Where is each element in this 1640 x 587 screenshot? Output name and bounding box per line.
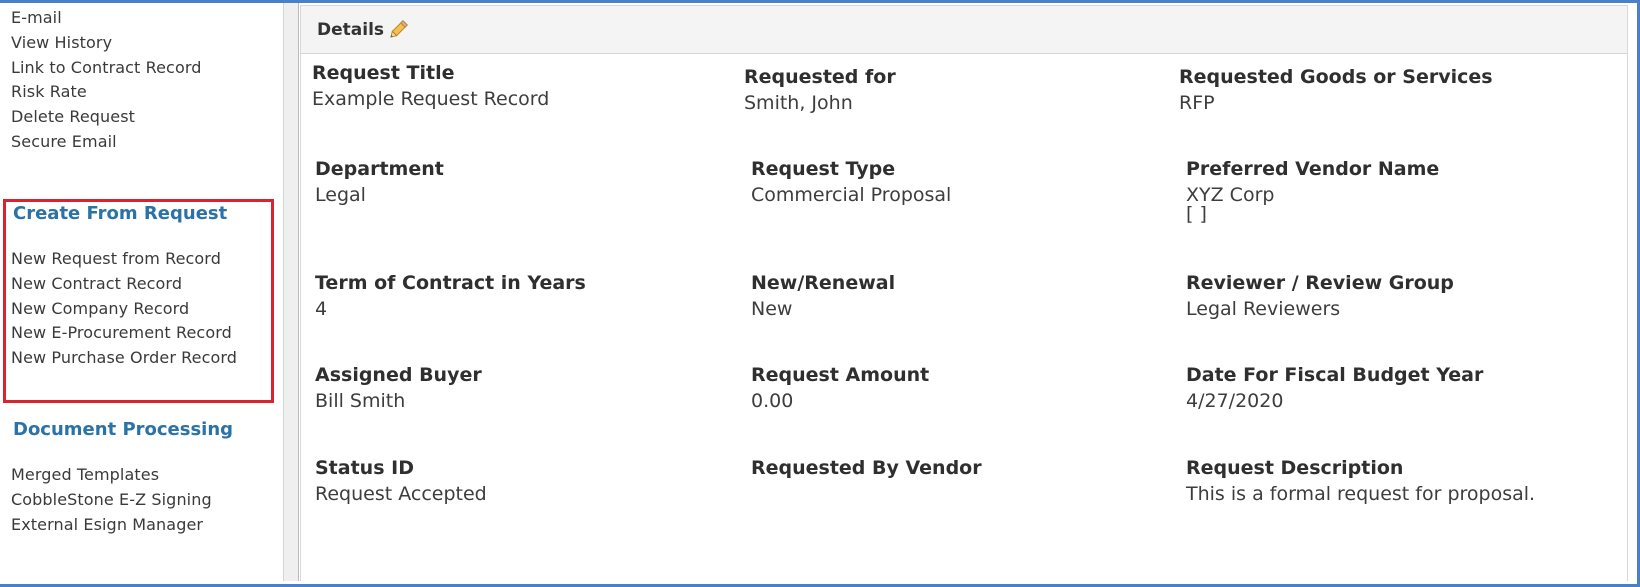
field-assigned-buyer: Assigned Buyer Bill Smith [315, 362, 482, 414]
sidebar-link-external-esign-manager[interactable]: External Esign Manager [11, 515, 203, 534]
field-label: Reviewer / Review Group [1186, 272, 1454, 294]
field-requested-for: Requested for Smith, John [744, 64, 896, 116]
field-value: 0.00 [751, 390, 794, 412]
sidebar-link-new-purchase-order-record[interactable]: New Purchase Order Record [11, 348, 237, 367]
field-value: Commercial Proposal [751, 184, 952, 206]
field-label: Date For Fiscal Budget Year [1186, 364, 1484, 386]
sidebar-link-secure-email[interactable]: Secure Email [11, 132, 117, 151]
field-label: Requested for [744, 66, 896, 88]
field-label: Requested Goods or Services [1179, 66, 1493, 88]
field-label: Term of Contract in Years [315, 272, 586, 294]
field-request-title: Request Title Example Request Record [312, 60, 549, 112]
field-reviewer-group: Reviewer / Review Group Legal Reviewers [1186, 270, 1454, 322]
sidebar-link-new-contract-record[interactable]: New Contract Record [11, 274, 182, 293]
field-term-of-contract: Term of Contract in Years 4 [315, 270, 586, 322]
field-label: Assigned Buyer [315, 364, 482, 386]
field-value: 4/27/2020 [1186, 390, 1284, 412]
details-title: Details [317, 20, 385, 40]
sidebar-link-new-request-from-record[interactable]: New Request from Record [11, 249, 221, 268]
field-label: Department [315, 158, 444, 180]
field-label: Request Type [751, 158, 896, 180]
field-label: Request Description [1186, 457, 1404, 479]
field-fiscal-budget-date: Date For Fiscal Budget Year 4/27/2020 [1186, 362, 1483, 414]
field-value: New [751, 298, 793, 320]
field-value: Bill Smith [315, 390, 406, 412]
field-request-amount: Request Amount 0.00 [751, 362, 929, 414]
field-request-type: Request Type Commercial Proposal [751, 156, 951, 208]
pencil-icon[interactable] [387, 19, 409, 41]
sidebar-link-merged-templates[interactable]: Merged Templates [11, 465, 159, 484]
sidebar-link-view-history[interactable]: View History [11, 33, 112, 52]
field-label: Request Amount [751, 364, 930, 386]
field-value: RFP [1179, 92, 1215, 114]
field-value: 4 [315, 298, 328, 320]
field-status-id: Status ID Request Accepted [315, 455, 487, 507]
sidebar: E-mail View History Link to Contract Rec… [0, 3, 284, 581]
field-value: Smith, John [744, 92, 853, 114]
sidebar-link-delete-request[interactable]: Delete Request [11, 107, 135, 126]
sidebar-link-new-e-procurement-record[interactable]: New E-Procurement Record [11, 323, 232, 342]
field-label: Preferred Vendor Name [1186, 158, 1440, 180]
field-request-description: Request Description This is a formal req… [1186, 455, 1535, 507]
field-label: New/Renewal [751, 272, 896, 294]
sidebar-link-email[interactable]: E-mail [11, 8, 62, 27]
section-heading-document-processing: Document Processing [13, 419, 234, 440]
sidebar-link-ez-signing[interactable]: CobbleStone E-Z Signing [11, 490, 212, 509]
field-label: Status ID [315, 457, 414, 479]
field-value: This is a formal request for proposal. [1186, 483, 1536, 505]
details-header: Details [301, 6, 1627, 54]
field-value: Request Accepted [315, 483, 487, 505]
details-panel: Details Request Title Example Request Re… [300, 5, 1628, 581]
field-value: Legal Reviewers [1186, 298, 1341, 320]
field-requested-goods-services: Requested Goods or Services RFP [1179, 64, 1493, 116]
sidebar-link-risk-rate[interactable]: Risk Rate [11, 82, 87, 101]
sidebar-link-link-to-contract[interactable]: Link to Contract Record [11, 58, 202, 77]
field-requested-by-vendor: Requested By Vendor [751, 455, 982, 481]
section-heading-create-from-request: Create From Request [13, 203, 228, 224]
sidebar-link-new-company-record[interactable]: New Company Record [11, 299, 189, 318]
field-value: Example Request Record [312, 88, 550, 110]
splitter[interactable] [284, 3, 299, 581]
field-value: Legal [315, 184, 366, 206]
field-label: Request Title [312, 62, 455, 84]
field-new-renewal: New/Renewal New [751, 270, 895, 322]
field-label: Requested By Vendor [751, 457, 982, 479]
field-preferred-vendor-name: Preferred Vendor Name XYZ Corp [ ] [1186, 156, 1439, 224]
field-department: Department Legal [315, 156, 444, 208]
